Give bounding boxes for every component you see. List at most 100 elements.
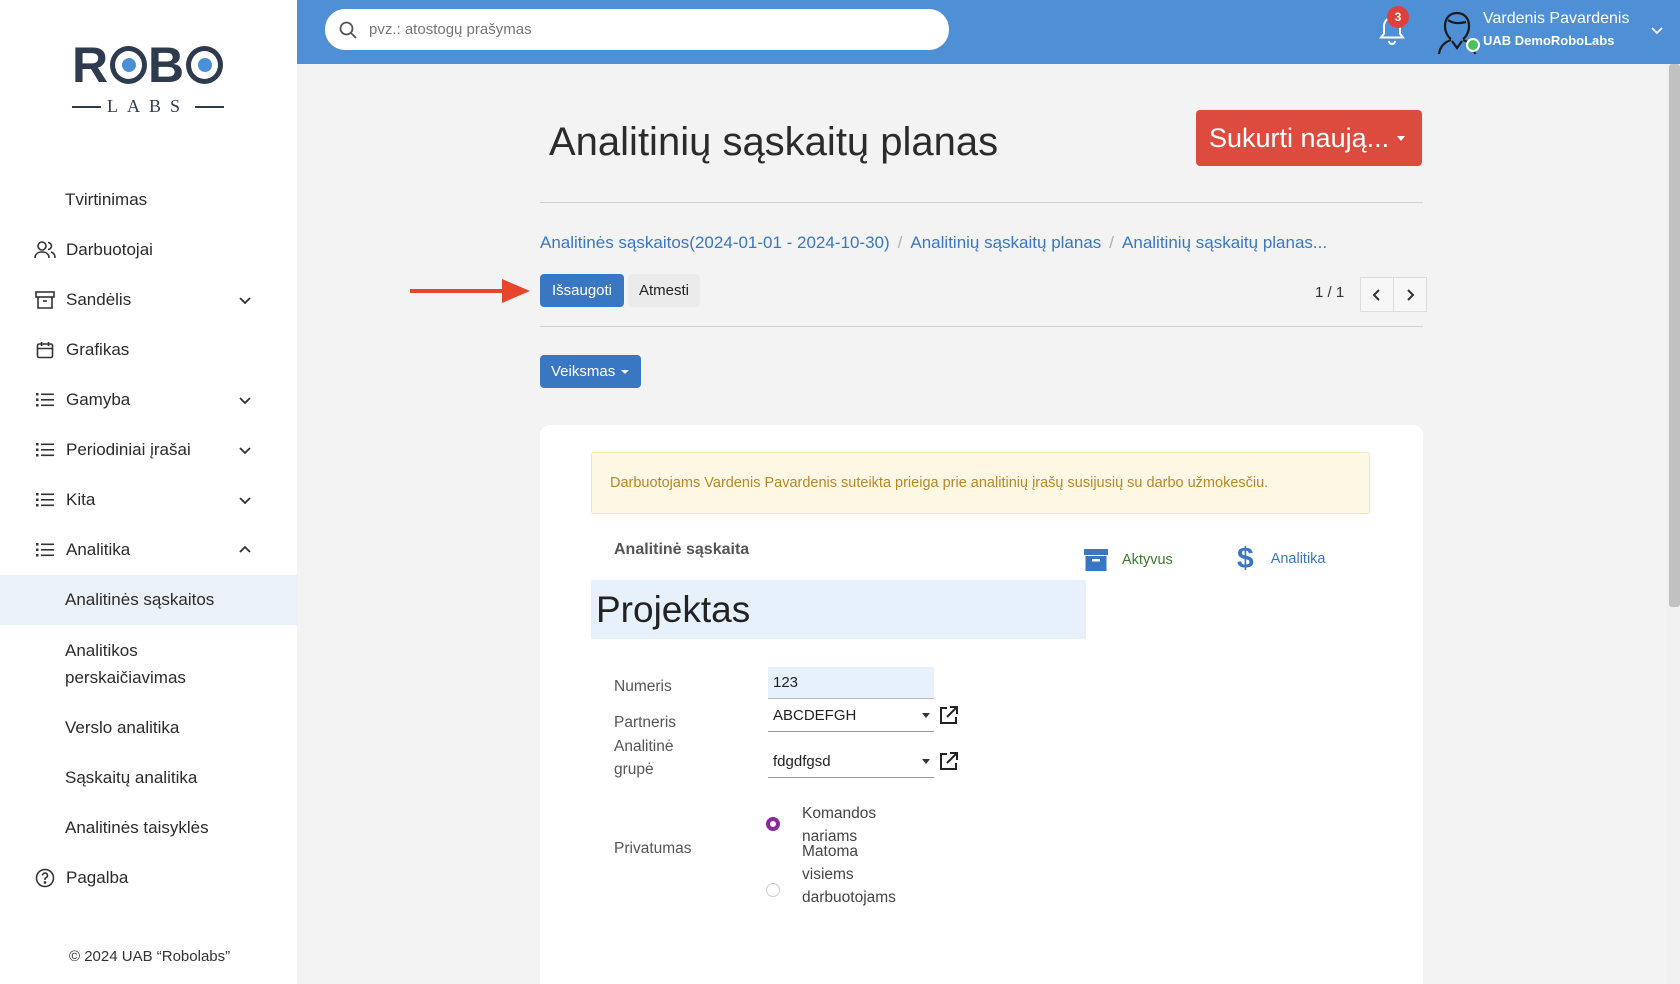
chevron-up-icon — [239, 545, 251, 553]
logo-subtitle: LABS — [106, 96, 189, 116]
analytics-label: Analitika — [1270, 551, 1326, 567]
action-dropdown-button[interactable]: Veiksmas — [540, 355, 641, 388]
chevron-down-icon[interactable] — [1649, 22, 1665, 38]
sidebar-item-label: Gamyba — [66, 390, 131, 409]
pager-counter: 1 / 1 — [1315, 284, 1345, 301]
action-label: Veiksmas — [551, 363, 616, 380]
copyright-text: © 2024 UAB “Robolabs” — [69, 948, 231, 965]
divider — [540, 202, 1423, 203]
sidebar-item-label: Grafikas — [66, 340, 130, 359]
breadcrumb-item[interactable]: Analitinės sąskaitos(2024-01-01 - 2024-1… — [540, 233, 890, 253]
sidebar-item-sandelis[interactable]: Sandėlis — [0, 275, 297, 325]
sidebar-item-label: Periodiniai įrašai — [66, 440, 191, 459]
sidebar-item-darbuotojai[interactable]: Darbuotojai — [0, 225, 297, 275]
form-card: Darbuotojams Vardenis Pavardenis suteikt… — [540, 425, 1423, 984]
number-label: Numeris — [614, 678, 672, 695]
partner-value: ABCDEFGH — [773, 707, 857, 724]
caret-down-icon — [621, 369, 630, 374]
privacy-radio-team[interactable] — [766, 817, 780, 831]
chevron-down-icon — [239, 447, 251, 455]
user-name[interactable]: Vardenis Pavardenis — [1483, 10, 1629, 28]
sidebar-item-periodiniai-irasai[interactable]: Periodiniai įrašai — [0, 425, 297, 475]
sidebar-item-verslo-analitika[interactable]: Verslo analitika — [0, 703, 297, 753]
user-company[interactable]: UAB DemoRoboLabs — [1483, 33, 1614, 48]
sidebar-item-label: Sandėlis — [66, 290, 132, 309]
breadcrumb: Analitinės sąskaitos(2024-01-01 - 2024-1… — [540, 233, 1327, 253]
discard-button[interactable]: Atmesti — [628, 274, 700, 307]
search-icon — [339, 21, 357, 39]
dollar-icon: $ — [1237, 542, 1254, 575]
active-label: Aktyvus — [1122, 552, 1173, 568]
archive-box-icon — [1084, 549, 1108, 571]
caret-down-icon — [922, 759, 930, 764]
sidebar-item-analitines-taisykles[interactable]: Analitinės taisyklės — [0, 803, 297, 853]
sidebar-item-gamyba[interactable]: Gamyba — [0, 375, 297, 425]
chevron-down-icon — [239, 297, 251, 305]
breadcrumb-item[interactable]: Analitinių sąskaitų planas — [910, 233, 1101, 253]
sidebar-item-saskaitu-analitika[interactable]: Sąskaitų analitika — [0, 753, 297, 803]
list-icon — [34, 489, 56, 511]
chevron-down-icon — [239, 497, 251, 505]
scrollbar-thumb[interactable] — [1669, 64, 1680, 607]
active-toggle-button[interactable]: Aktyvus — [1083, 547, 1173, 573]
account-name-field[interactable]: Projektas — [591, 580, 1086, 639]
sidebar-item-analitika[interactable]: Analitika — [0, 525, 297, 575]
search-box[interactable] — [325, 9, 949, 50]
create-new-label: Sukurti naują... — [1209, 122, 1390, 153]
list-icon — [34, 539, 56, 561]
partner-label: Partneris — [614, 714, 677, 731]
chevron-left-icon — [1372, 288, 1380, 301]
save-button[interactable]: Išsaugoti — [540, 274, 624, 307]
privacy-radio-everyone[interactable] — [766, 883, 780, 897]
robolabs-logo[interactable]: RB LABS — [72, 40, 224, 116]
sidebar-item-label: Tvirtinimas — [65, 190, 148, 209]
pager-next-button[interactable] — [1393, 277, 1427, 312]
pager-previous-button[interactable] — [1360, 277, 1394, 312]
archive-icon — [34, 289, 56, 311]
users-icon — [34, 239, 56, 261]
chevron-right-icon — [1407, 288, 1415, 301]
privacy-option-everyone-label: Matoma visiems darbuotojams — [802, 843, 896, 906]
create-new-button[interactable]: Sukurti naują... — [1196, 110, 1422, 166]
breadcrumb-separator: / — [1109, 233, 1115, 252]
sidebar-item-pagalba[interactable]: Pagalba — [0, 853, 297, 903]
analytic-group-value: fdgdfgsd — [773, 753, 831, 770]
analytic-group-select[interactable]: fdgdfgsd — [768, 746, 934, 778]
page-title: Analitinių sąskaitų planas — [549, 120, 999, 164]
number-input[interactable]: 123 — [768, 667, 934, 699]
divider — [540, 326, 1423, 327]
payroll-access-alert: Darbuotojams Vardenis Pavardenis suteikt… — [591, 452, 1370, 514]
sidebar: RB LABS Tvirtinimas Darbuotojai Sandėlis — [0, 0, 297, 984]
privacy-label: Privatumas — [614, 840, 692, 857]
analytics-smart-button[interactable]: $ Analitika — [1237, 542, 1326, 575]
online-status-indicator — [1466, 38, 1480, 52]
search-input[interactable] — [369, 21, 929, 38]
sidebar-item-label: Analitinės sąskaitos — [65, 590, 215, 609]
caret-down-icon — [1397, 135, 1406, 141]
sidebar-nav: Tvirtinimas Darbuotojai Sandėlis Grafika… — [0, 175, 297, 903]
external-link-icon[interactable] — [938, 750, 960, 772]
breadcrumb-separator: / — [897, 233, 903, 252]
partner-select[interactable]: ABCDEFGH — [768, 700, 934, 732]
logo-wordmark: RB — [72, 40, 224, 90]
external-link-icon[interactable] — [938, 704, 960, 726]
sidebar-item-analitines-saskaitos[interactable]: Analitinės sąskaitos — [0, 575, 297, 625]
calendar-icon — [34, 339, 56, 361]
account-type-label: Analitinė sąskaita — [614, 541, 750, 558]
chevron-down-icon — [239, 397, 251, 405]
sidebar-item-tvirtinimas[interactable]: Tvirtinimas — [0, 175, 297, 225]
sidebar-item-kita[interactable]: Kita — [0, 475, 297, 525]
sidebar-item-label: Pagalba — [66, 868, 129, 887]
red-arrow-annotation — [410, 279, 530, 303]
sidebar-item-grafikas[interactable]: Grafikas — [0, 325, 297, 375]
caret-down-icon — [922, 713, 930, 718]
topbar: 3 Vardenis Pavardenis UAB DemoRoboLabs — [297, 0, 1680, 64]
analytic-group-label: Analitinė grupė — [614, 738, 674, 778]
list-icon — [34, 389, 56, 411]
notification-badge[interactable]: 3 — [1387, 6, 1409, 28]
sidebar-item-label: Analitikos perskaičiavimas — [65, 641, 186, 687]
sidebar-item-label: Kita — [66, 490, 96, 509]
breadcrumb-item-current: Analitinių sąskaitų planas... — [1122, 233, 1328, 252]
sidebar-item-analitikos-perskaiciavimas[interactable]: Analitikos perskaičiavimas — [0, 625, 297, 703]
sidebar-item-label: Analitinės taisyklės — [65, 818, 209, 837]
